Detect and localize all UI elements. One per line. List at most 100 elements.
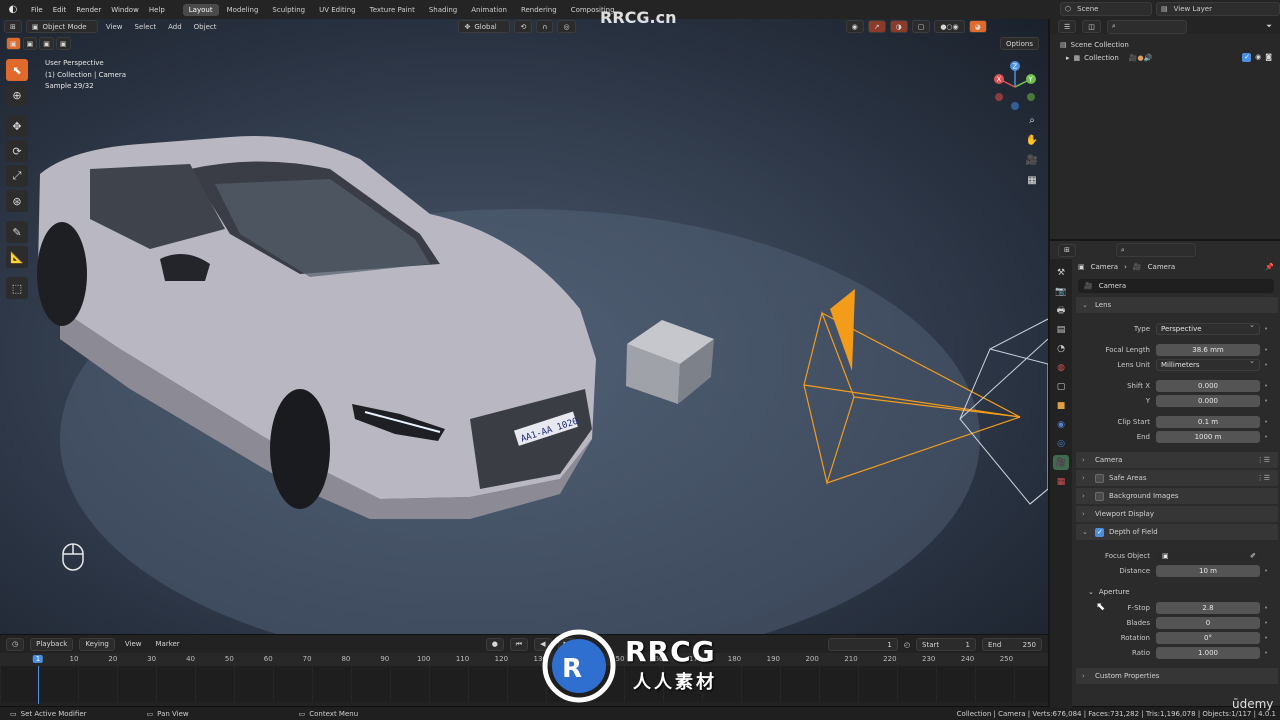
outliner-scene-collection[interactable]: ▤ Scene Collection — [1050, 38, 1280, 51]
playback-menu[interactable]: Playback — [30, 637, 74, 651]
select-new-icon[interactable]: ▣ — [6, 37, 21, 50]
constraints-tab-icon[interactable]: ◎ — [1053, 436, 1069, 451]
gizmo-toggle-button[interactable]: ↗ — [867, 20, 886, 33]
menu-render[interactable]: Render — [71, 6, 106, 14]
camera-panel-header[interactable]: › Camera ⋮☰ — [1076, 452, 1278, 468]
render-tab-icon[interactable]: 📷 — [1053, 284, 1069, 299]
clip-start-anim-dot[interactable]: • — [1264, 418, 1268, 426]
timeline-editor[interactable]: ◷ Playback Keying View Marker ● ⏮ ◀ ▶ 1 … — [0, 634, 1048, 706]
texture-tab-icon[interactable]: ▦ — [1053, 474, 1069, 489]
viewport-menu-object[interactable]: Object — [190, 23, 221, 31]
workspace-tab-texture-paint[interactable]: Texture Paint — [364, 4, 421, 16]
lens-type-dropdown[interactable]: Perspective — [1156, 321, 1260, 335]
outliner-editor-type[interactable]: ☰ — [1058, 20, 1077, 33]
camera-datablock-field[interactable]: 🎥 Camera — [1078, 279, 1274, 293]
jump-start-button[interactable]: ⏮ — [509, 637, 529, 651]
display-mode-button[interactable]: ◫ — [1082, 20, 1101, 33]
visibility-button[interactable]: ◉ — [845, 20, 864, 33]
keying-menu[interactable]: Keying — [79, 637, 115, 651]
timeline-menu-view[interactable]: View — [121, 640, 146, 648]
playhead[interactable] — [38, 666, 39, 704]
blades-field[interactable]: 0 — [1156, 616, 1260, 629]
ratio-anim-dot[interactable]: • — [1264, 649, 1268, 657]
render-camera-icon[interactable]: ◙ — [1265, 53, 1272, 62]
navigation-gizmo[interactable]: Z X Y — [990, 59, 1040, 114]
stopwatch-icon[interactable]: ◴ — [904, 641, 910, 649]
rotation-field[interactable]: 0° — [1156, 631, 1260, 644]
select-box-tool[interactable]: ⬉ — [6, 59, 28, 81]
safe-areas-menu-icon[interactable]: ⋮☰ — [1257, 474, 1270, 482]
workspace-tab-rendering[interactable]: Rendering — [515, 4, 563, 16]
view-layer-tab-icon[interactable]: ▤ — [1053, 322, 1069, 337]
background-images-panel-header[interactable]: › Background Images — [1076, 488, 1278, 504]
editor-type-button[interactable]: ⊞ — [4, 20, 22, 33]
camera-view-icon[interactable]: 🎥 — [1024, 155, 1040, 169]
record-button[interactable]: ● — [485, 637, 504, 651]
outliner-collection[interactable]: ▸ ▦ Collection 🎥●🔊 ◉ ◙ — [1050, 51, 1280, 64]
object-mode-dropdown[interactable]: ▣ Object Mode — [25, 20, 98, 33]
select-extend-icon[interactable]: ▣ — [22, 37, 38, 50]
select-subtract-icon[interactable]: ▣ — [39, 37, 54, 50]
depth-of-field-panel-header[interactable]: ⌄ Depth of Field — [1076, 524, 1278, 540]
outliner-editor[interactable]: ☰ ◫ ⌕ ⏷ ▤ Scene Collection ▸ ▦ Collectio… — [1048, 19, 1280, 239]
workspace-tab-uv-editing[interactable]: UV Editing — [313, 4, 362, 16]
safe-areas-checkbox[interactable] — [1095, 473, 1104, 483]
menu-edit[interactable]: Edit — [48, 6, 72, 14]
safe-areas-panel-header[interactable]: › Safe Areas ⋮☰ — [1076, 470, 1278, 486]
current-frame-field[interactable]: 1 — [827, 638, 898, 651]
pan-hand-icon[interactable]: ✋ — [1024, 135, 1040, 149]
dof-checkbox[interactable] — [1095, 527, 1104, 537]
custom-properties-panel-header[interactable]: › Custom Properties — [1076, 668, 1278, 684]
options-dropdown[interactable]: Options — [1000, 37, 1040, 50]
visibility-eye-icon[interactable]: ◉ — [1255, 53, 1261, 62]
start-frame-field[interactable]: Start 1 — [916, 638, 976, 651]
timeline-ruler[interactable]: 1102030405060708090100110120130140150160… — [0, 653, 1048, 666]
annotate-tool[interactable]: ✎ — [6, 221, 28, 243]
scene-selector[interactable]: ⬡ Scene — [1060, 2, 1152, 16]
collection-checkbox[interactable] — [1242, 53, 1252, 62]
clip-end-field[interactable]: 1000 m — [1156, 430, 1260, 443]
cursor-tool[interactable]: ⊕ — [6, 84, 28, 106]
fstop-anim-dot[interactable]: • — [1264, 604, 1268, 612]
proportional-edit-button[interactable]: ◎ — [557, 20, 576, 33]
workspace-tab-layout[interactable]: Layout — [182, 3, 219, 16]
view-layer-selector[interactable]: ▤ View Layer — [1156, 2, 1280, 16]
collection-tab-icon[interactable]: ▢ — [1053, 379, 1069, 394]
timeline-tracks[interactable] — [0, 666, 1048, 702]
clip-start-field[interactable]: 0.1 m — [1156, 415, 1260, 428]
rotation-anim-dot[interactable]: • — [1264, 634, 1268, 642]
select-invert-icon[interactable]: ▣ — [55, 37, 71, 50]
outliner-search-input[interactable]: ⌕ — [1106, 19, 1187, 34]
menu-window[interactable]: Window — [106, 6, 144, 14]
scale-tool[interactable]: ⤢ — [6, 165, 28, 187]
blender-logo-icon[interactable]: ◐ — [4, 3, 22, 17]
world-tab-icon[interactable]: ◍ — [1053, 360, 1069, 375]
shift-y-field[interactable]: 0.000 — [1156, 394, 1260, 407]
focus-object-field[interactable]: ▣ ✐ — [1156, 549, 1260, 562]
timeline-editor-type[interactable]: ◷ — [6, 637, 25, 651]
clip-end-anim-dot[interactable]: • — [1264, 433, 1268, 441]
scene-tab-icon[interactable]: ◔ — [1053, 341, 1069, 356]
overlays-button[interactable]: ◑ — [889, 20, 908, 33]
distance-field[interactable]: 10 m — [1156, 564, 1260, 577]
workspace-tab-sculpting[interactable]: Sculpting — [266, 4, 311, 16]
end-frame-field[interactable]: End 250 — [982, 638, 1042, 651]
physics-tab-icon[interactable]: ◉ — [1053, 417, 1069, 432]
aperture-subpanel-header[interactable]: ⌄ Aperture — [1074, 584, 1280, 600]
pivot-point-button[interactable]: ⟲ — [514, 20, 533, 33]
bg-images-checkbox[interactable] — [1095, 491, 1104, 501]
workspace-tab-modeling[interactable]: Modeling — [221, 4, 265, 16]
rendered-shading-button[interactable]: ◕ — [968, 20, 987, 33]
transform-tool[interactable]: ⊛ — [6, 190, 28, 212]
focal-length-field[interactable]: 38.6 mm — [1156, 343, 1260, 356]
camera-data-tab-icon[interactable]: 🎥 — [1053, 455, 1069, 470]
camera-panel-menu-icon[interactable]: ⋮☰ — [1257, 456, 1270, 464]
viewport-menu-add[interactable]: Add — [164, 23, 186, 31]
shift-x-field[interactable]: 0.000 — [1156, 379, 1260, 392]
xray-button[interactable]: ▢ — [911, 20, 931, 33]
lens-unit-anim-dot[interactable]: • — [1264, 361, 1268, 369]
viewport-display-panel-header[interactable]: › Viewport Display — [1076, 506, 1278, 522]
menu-help[interactable]: Help — [144, 6, 170, 14]
measure-tool[interactable]: 📐 — [6, 246, 28, 268]
focal-length-anim-dot[interactable]: • — [1264, 346, 1268, 354]
